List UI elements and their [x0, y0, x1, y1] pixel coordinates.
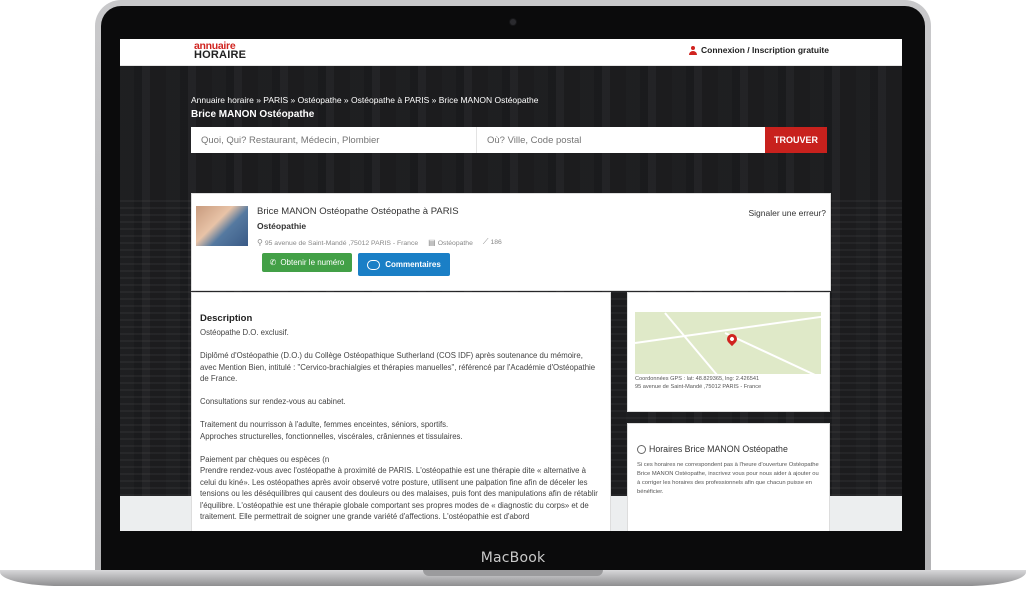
login-link[interactable]: Connexion / Inscription gratuite — [689, 45, 829, 55]
comments-label: Commentaires — [385, 260, 441, 269]
description-panel: Description Ostéopathe D.O. exclusif. Di… — [191, 292, 611, 531]
map-road — [724, 332, 817, 374]
hours-heading: Horaires Brice MANON Ostéopathe — [637, 444, 788, 454]
gps-coordinates: Coordonnées GPS : lat: 48.829365, lng: 2… — [635, 376, 760, 382]
description-body: Ostéopathe D.O. exclusif. Diplômé d'Osté… — [200, 328, 598, 521]
listing-address: 95 avenue de Saint-Mandé ,75012 PARIS - … — [264, 239, 419, 247]
breadcrumb[interactable]: Annuaire horaire » PARIS » Ostéopathe » … — [191, 95, 538, 105]
search-where-input[interactable] — [477, 127, 765, 153]
category-icon: ▤ — [428, 237, 436, 247]
report-error-link[interactable]: Signaler une erreur? — [749, 208, 827, 218]
location-map[interactable] — [635, 312, 821, 374]
hours-body: Si ces horaires ne correspondent pas à l… — [637, 462, 819, 495]
chart-icon: ⟋ — [482, 237, 489, 246]
laptop-notch — [423, 570, 603, 576]
browser-screen: annuaire HORAIRE Connexion / Inscription… — [120, 39, 902, 531]
comments-button[interactable]: Commentaires — [358, 253, 450, 276]
listing-thumbnail — [196, 206, 248, 246]
clock-icon — [637, 444, 646, 454]
description-title: Description — [200, 313, 253, 324]
logo-line2: HORAIRE — [194, 49, 247, 61]
comment-bubble-icon — [367, 259, 381, 270]
listing-category[interactable]: Ostéopathie — [257, 221, 306, 231]
listing-meta: ⚲ 95 avenue de Saint-Mandé ,75012 PARIS -… — [257, 237, 502, 247]
map-footer: Coordonnées GPS : lat: 48.829365, lng: 2… — [635, 376, 761, 391]
search-what-input[interactable] — [191, 127, 477, 153]
listing-views: 186 — [490, 239, 502, 246]
login-label: Connexion / Inscription gratuite — [701, 45, 829, 55]
listing-card: Brice MANON Ostéopathe Ostéopathe à PARI… — [191, 193, 831, 291]
listing-title: Brice MANON Ostéopathe Ostéopathe à PARI… — [257, 206, 459, 217]
location-pin-icon: ⚲ — [257, 237, 263, 247]
map-panel: Coordonnées GPS : lat: 48.829365, lng: 2… — [627, 292, 830, 412]
phone-icon: ✆ — [269, 258, 277, 267]
page-title: Brice MANON Ostéopathe — [191, 109, 315, 120]
listing-type: Ostéopathe — [437, 239, 473, 247]
hours-title: Horaires Brice MANON Ostéopathe — [649, 444, 788, 454]
map-road — [664, 312, 724, 374]
get-phone-label: Obtenir le numéro — [280, 258, 345, 267]
get-phone-button[interactable]: ✆ Obtenir le numéro — [262, 253, 352, 272]
site-logo[interactable]: annuaire HORAIRE — [194, 41, 247, 61]
brand-label: MacBook — [480, 549, 546, 566]
search-bar: TROUVER — [191, 127, 827, 153]
laptop-chin: MacBook — [101, 531, 925, 572]
camera-icon — [510, 19, 516, 25]
hours-panel: Horaires Brice MANON Ostéopathe Si ces h… — [627, 423, 830, 531]
top-bar: annuaire HORAIRE Connexion / Inscription… — [120, 39, 902, 66]
search-button[interactable]: TROUVER — [765, 127, 827, 153]
user-icon — [689, 45, 698, 55]
map-address: 95 avenue de Saint-Mandé ,75012 PARIS - … — [635, 383, 762, 390]
